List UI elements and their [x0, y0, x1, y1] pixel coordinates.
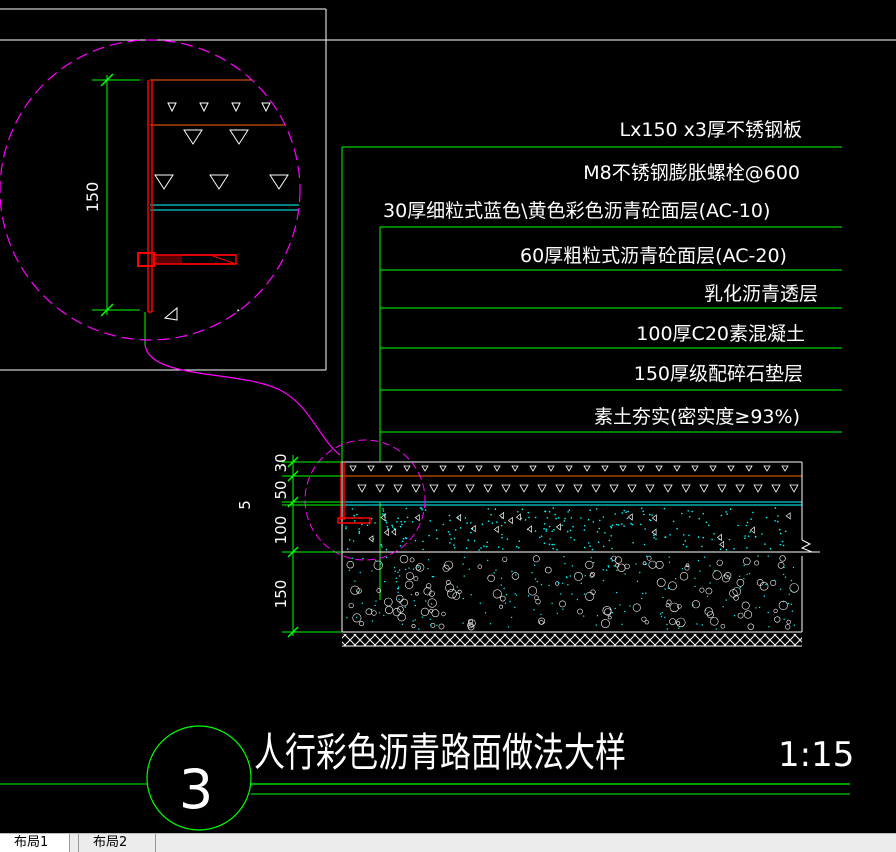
index-number: 3: [179, 758, 213, 821]
label-ac20-layer: 60厚粗粒式沥青砼面层(AC-20): [520, 245, 787, 267]
pavement-section: [304, 439, 820, 647]
drawing-scale: 1:15: [778, 735, 854, 775]
gravel-texture: [346, 554, 799, 631]
layout-tab-bar: 布局1 布局2: [0, 833, 896, 852]
detail-enlarged-view: 150: [0, 39, 341, 456]
frame-lines: [0, 8, 896, 371]
label-compacted-soil: 素土夯实(密实度≥93%): [594, 406, 800, 428]
dim-30: 30: [272, 453, 290, 472]
drawing-title: 人行彩色沥青路面做法大样: [254, 730, 626, 776]
dim-5: 5: [236, 500, 254, 510]
label-steel-plate: Lx150 x3厚不锈钢板: [620, 119, 802, 141]
label-anchor-bolt: M8不锈钢膨胀螺栓@600: [583, 162, 800, 184]
tab-layout-2[interactable]: 布局2: [78, 834, 156, 852]
dim-50: 50: [272, 480, 290, 499]
cad-drawing-canvas[interactable]: 150 Lx150 x3厚不锈钢板 M8不锈钢膨胀螺栓@600 30厚细粒式蓝色…: [0, 0, 896, 851]
label-ac10-layer: 30厚细粒式蓝色\黄色彩色沥青砼面层(AC-10): [383, 200, 770, 222]
concrete-texture: [345, 507, 791, 551]
layer-labels: Lx150 x3厚不锈钢板 M8不锈钢膨胀螺栓@600 30厚细粒式蓝色\黄色彩…: [383, 119, 818, 428]
label-tack-coat: 乳化沥青透层: [704, 283, 818, 305]
tab-layout-1[interactable]: 布局1: [0, 834, 70, 852]
label-gravel-base: 150厚级配碎石垫层: [634, 363, 803, 385]
detail-dimension-label: 150: [83, 182, 102, 213]
detail-triangles: [154, 102, 289, 321]
title-block: 3 人行彩色沥青路面做法大样 1:15: [0, 725, 854, 831]
dim-100: 100: [272, 516, 290, 545]
label-concrete: 100厚C20素混凝土: [636, 323, 805, 345]
dim-150: 150: [272, 580, 290, 609]
